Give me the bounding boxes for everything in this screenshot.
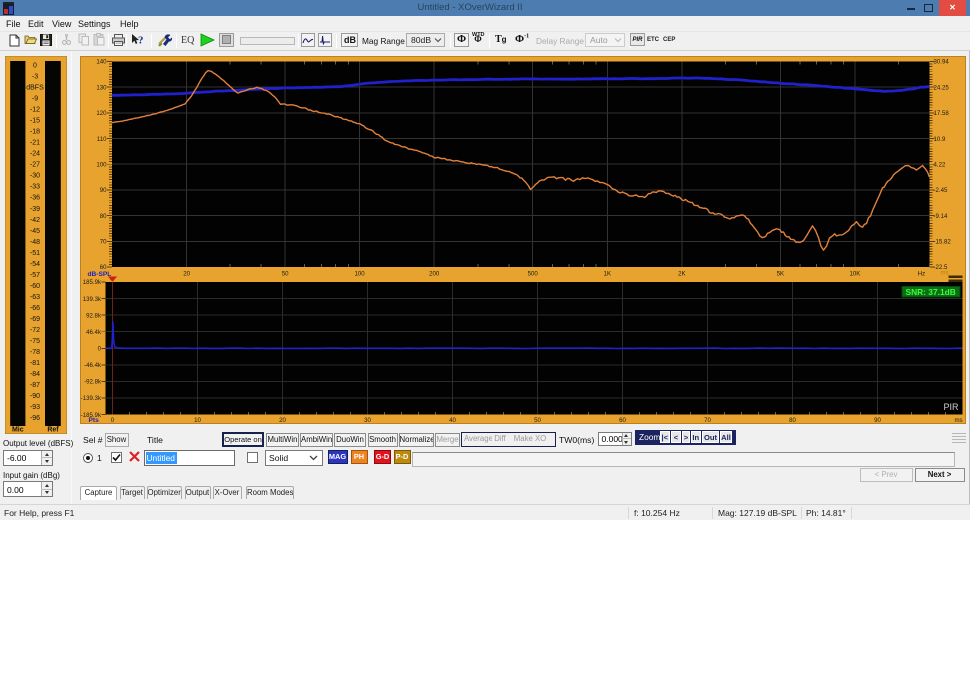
svg-text:30: 30 bbox=[364, 417, 371, 424]
svg-text:-139.3k: -139.3k bbox=[80, 395, 101, 402]
svg-text:-30: -30 bbox=[29, 172, 39, 179]
svg-text:10.9: 10.9 bbox=[933, 136, 945, 143]
svg-text:Mic: Mic bbox=[11, 426, 23, 433]
svg-text:-69: -69 bbox=[29, 316, 39, 323]
svg-text:30.94: 30.94 bbox=[933, 59, 949, 66]
svg-text:-2.45: -2.45 bbox=[933, 187, 948, 194]
svg-text:10K: 10K bbox=[849, 271, 860, 278]
svg-text:dB-SPL: dB-SPL bbox=[87, 271, 111, 278]
svg-text:92.8k: 92.8k bbox=[86, 312, 102, 319]
svg-text:40: 40 bbox=[449, 417, 456, 424]
svg-text:SNR: 37.1dB: SNR: 37.1dB bbox=[905, 287, 955, 297]
svg-text:185.9k: 185.9k bbox=[82, 279, 101, 286]
svg-text:17.58: 17.58 bbox=[933, 110, 949, 117]
svg-text:-87: -87 bbox=[29, 382, 39, 389]
svg-text:-33: -33 bbox=[29, 183, 39, 190]
svg-text:-9.14: -9.14 bbox=[933, 213, 948, 220]
svg-text:-75: -75 bbox=[29, 338, 39, 345]
svg-text:139.3k: 139.3k bbox=[82, 296, 101, 303]
svg-text:100: 100 bbox=[354, 271, 365, 278]
svg-text:0: 0 bbox=[33, 62, 37, 69]
svg-text:?: ? bbox=[138, 35, 144, 47]
svg-text:100: 100 bbox=[96, 161, 107, 168]
svg-text:-48: -48 bbox=[29, 238, 39, 245]
svg-text:24.25: 24.25 bbox=[933, 84, 949, 91]
svg-text:-3: -3 bbox=[31, 73, 37, 80]
svg-text:4.22: 4.22 bbox=[933, 161, 945, 168]
svg-text:-21: -21 bbox=[29, 139, 39, 146]
svg-text:90: 90 bbox=[874, 417, 881, 424]
svg-text:-72: -72 bbox=[29, 327, 39, 334]
svg-text:Pts: Pts bbox=[88, 417, 99, 424]
svg-text:5K: 5K bbox=[776, 271, 783, 278]
svg-text:80: 80 bbox=[99, 213, 106, 220]
svg-text:70: 70 bbox=[704, 417, 711, 424]
svg-text:-51: -51 bbox=[29, 249, 39, 256]
svg-text:500: 500 bbox=[527, 271, 538, 278]
svg-text:-66: -66 bbox=[29, 304, 39, 311]
svg-text:-84: -84 bbox=[29, 371, 39, 378]
svg-text:20: 20 bbox=[279, 417, 286, 424]
svg-text:ms: ms bbox=[940, 270, 948, 277]
svg-text:dBFS: dBFS bbox=[26, 84, 44, 91]
svg-text:-24: -24 bbox=[29, 150, 39, 157]
svg-text:50: 50 bbox=[281, 271, 288, 278]
svg-text:-15.82: -15.82 bbox=[933, 239, 951, 246]
svg-text:-42: -42 bbox=[29, 216, 39, 223]
svg-text:200: 200 bbox=[429, 271, 440, 278]
svg-text:ms: ms bbox=[954, 417, 962, 424]
svg-text:1K: 1K bbox=[603, 271, 610, 278]
svg-text:PIR: PIR bbox=[943, 402, 959, 412]
svg-text:-46.4k: -46.4k bbox=[84, 362, 102, 369]
svg-text:-57: -57 bbox=[29, 271, 39, 278]
svg-text:-93: -93 bbox=[29, 404, 39, 411]
svg-text:-96: -96 bbox=[29, 415, 39, 422]
svg-text:110: 110 bbox=[96, 136, 106, 143]
svg-text:-27: -27 bbox=[29, 161, 39, 168]
svg-text:2K: 2K bbox=[678, 271, 685, 278]
svg-text:10: 10 bbox=[194, 417, 201, 424]
svg-text:20: 20 bbox=[183, 271, 190, 278]
svg-text:Ref: Ref bbox=[47, 426, 59, 433]
svg-text:130: 130 bbox=[96, 84, 107, 91]
svg-text:-63: -63 bbox=[29, 293, 39, 300]
svg-text:-60: -60 bbox=[29, 282, 39, 289]
svg-text:50: 50 bbox=[534, 417, 541, 424]
svg-text:70: 70 bbox=[99, 239, 106, 246]
svg-text:-18: -18 bbox=[29, 128, 39, 135]
svg-text:-78: -78 bbox=[29, 349, 39, 356]
svg-text:80: 80 bbox=[789, 417, 796, 424]
svg-text:120: 120 bbox=[96, 110, 107, 117]
svg-text:-90: -90 bbox=[29, 393, 39, 400]
svg-text:90: 90 bbox=[99, 187, 106, 194]
svg-text:-36: -36 bbox=[29, 194, 39, 201]
svg-text:-45: -45 bbox=[29, 227, 39, 234]
svg-text:60: 60 bbox=[619, 417, 626, 424]
svg-text:Hz: Hz bbox=[917, 271, 924, 278]
svg-text:-12: -12 bbox=[29, 106, 39, 113]
svg-text:-15: -15 bbox=[29, 117, 39, 124]
svg-text:-81: -81 bbox=[29, 360, 39, 367]
svg-text:-9: -9 bbox=[31, 95, 37, 102]
svg-text:140: 140 bbox=[96, 59, 107, 66]
svg-text:-39: -39 bbox=[29, 205, 39, 212]
svg-text:-92.8k: -92.8k bbox=[84, 379, 102, 386]
svg-text:46.4k: 46.4k bbox=[86, 329, 102, 336]
svg-text:-54: -54 bbox=[29, 260, 39, 267]
